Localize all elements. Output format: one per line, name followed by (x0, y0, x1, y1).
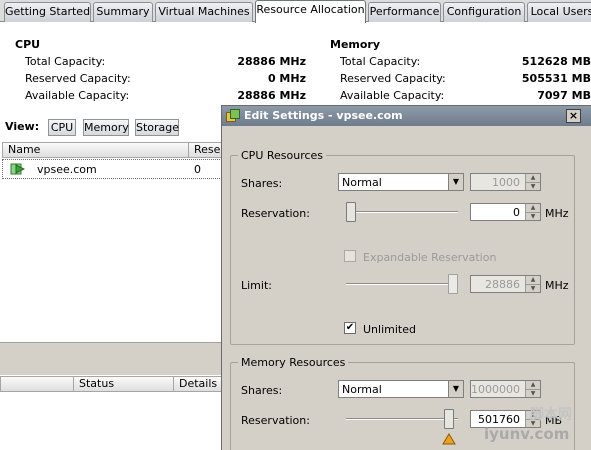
cpu-limit-value: 28886 (485, 278, 520, 291)
view-label: View: (5, 120, 40, 133)
vm-name-cell: vpsee.com (37, 163, 97, 176)
cpu-limit-field[interactable]: 28886 ▲ ▼ (470, 275, 541, 293)
vm-reservation-cell: 0 (194, 163, 201, 176)
column-header-details[interactable]: Details (173, 376, 222, 392)
memory-reservation-label: Reservation: (241, 414, 310, 427)
expandable-reservation-checkbox[interactable] (344, 250, 356, 262)
memory-reservation-slider-track[interactable] (346, 418, 458, 420)
cpu-total-value: 28886 MHz (237, 55, 306, 68)
spin-up-icon[interactable]: ▲ (525, 381, 540, 389)
memory-available-label: Available Capacity: (340, 89, 445, 102)
edit-settings-dialog: Edit Settings - vpsee.com × CPU Resource… (221, 105, 591, 450)
tab-summary[interactable]: Summary (93, 2, 153, 22)
column-header-status[interactable]: Status (73, 376, 174, 392)
panel-divider[interactable] (0, 342, 222, 375)
watermark-cn: 脚本网 (530, 407, 572, 423)
column-header-name[interactable]: Name (2, 142, 189, 158)
memory-shares-number: 1000000 (471, 383, 520, 396)
memory-total-label: Total Capacity: (340, 55, 421, 68)
chevron-down-icon[interactable]: ▼ (448, 381, 463, 397)
memory-reservation-slider-thumb[interactable] (444, 409, 454, 429)
tab-bar: Getting Started Summary Virtual Machines… (0, 0, 591, 23)
spin-up-icon[interactable]: ▲ (525, 174, 540, 182)
memory-reserved-value: 505531 MB (521, 72, 591, 85)
column-header-reservation[interactable]: Reser (188, 142, 224, 158)
cpu-reservation-slider-track[interactable] (346, 211, 458, 213)
cpu-limit-label: Limit: (241, 279, 272, 292)
memory-shares-label: Shares: (241, 384, 283, 397)
tab-virtual-machines[interactable]: Virtual Machines (155, 2, 253, 22)
cpu-reservation-value: 0 (513, 206, 520, 219)
view-storage-button[interactable]: Storage (135, 119, 179, 136)
view-cpu-button[interactable]: CPU (48, 119, 76, 136)
cpu-reserved-value: 0 MHz (267, 72, 306, 85)
table-row[interactable] (2, 159, 222, 179)
chevron-down-icon[interactable]: ▼ (448, 174, 463, 190)
cpu-shares-number-field[interactable]: 1000 ▲ ▼ (470, 173, 541, 191)
cpu-shares-label: Shares: (241, 177, 283, 190)
close-icon[interactable]: × (566, 109, 581, 123)
cpu-reserved-label: Reserved Capacity: (25, 72, 131, 85)
cpu-limit-slider-track[interactable] (346, 283, 458, 285)
spin-up-icon[interactable]: ▲ (525, 276, 540, 284)
cpu-shares-number: 1000 (492, 176, 520, 189)
warning-icon (442, 433, 456, 445)
memory-reserved-label: Reserved Capacity: (340, 72, 446, 85)
cpu-reservation-slider-thumb[interactable] (346, 202, 356, 222)
memory-available-value: 7097 MB (537, 89, 591, 102)
cpu-reservation-field[interactable]: 0 ▲ ▼ (470, 203, 541, 221)
cpu-available-value: 28886 MHz (237, 89, 306, 102)
edit-settings-icon (226, 109, 240, 123)
unlimited-label: Unlimited (363, 323, 416, 336)
spin-down-icon[interactable]: ▼ (525, 182, 540, 190)
cpu-reservation-unit: MHz (545, 207, 569, 220)
tab-resource-allocation[interactable]: Resource Allocation (255, 0, 366, 23)
memory-shares-number-field[interactable]: 1000000 ▲ ▼ (470, 380, 541, 398)
column-header-blank[interactable] (0, 376, 74, 392)
spin-down-icon[interactable]: ▼ (525, 389, 540, 397)
cpu-resources-title: CPU Resources (238, 149, 327, 162)
virtual-machine-icon (10, 162, 26, 176)
tab-performance[interactable]: Performance (368, 2, 441, 22)
expandable-reservation-label: Expandable Reservation (363, 251, 497, 264)
tab-configuration[interactable]: Configuration (443, 2, 525, 22)
spin-down-icon[interactable]: ▼ (525, 212, 540, 220)
cpu-available-label: Available Capacity: (25, 89, 130, 102)
spin-down-icon[interactable]: ▼ (525, 284, 540, 292)
spin-up-icon[interactable]: ▲ (525, 204, 540, 212)
cpu-header: CPU (15, 38, 41, 51)
tab-local-users[interactable]: Local Users (527, 2, 591, 22)
cpu-shares-dropdown[interactable]: Normal ▼ (338, 173, 464, 191)
cpu-limit-slider-thumb[interactable] (448, 274, 458, 294)
dialog-title: Edit Settings - vpsee.com (244, 109, 403, 122)
unlimited-checkbox[interactable]: ✔ (344, 322, 356, 334)
tab-getting-started[interactable]: Getting Started (4, 2, 91, 22)
memory-resources-title: Memory Resources (238, 356, 349, 369)
watermark-site: iyunv.com (484, 425, 570, 443)
memory-header: Memory (330, 38, 381, 51)
cpu-reservation-label: Reservation: (241, 207, 310, 220)
memory-shares-value: Normal (342, 383, 382, 396)
dialog-title-bar[interactable]: Edit Settings - vpsee.com × (222, 106, 591, 126)
cpu-total-label: Total Capacity: (25, 55, 106, 68)
cpu-shares-value: Normal (342, 176, 382, 189)
memory-shares-dropdown[interactable]: Normal ▼ (338, 380, 464, 398)
cpu-limit-unit: MHz (545, 279, 569, 292)
view-memory-button[interactable]: Memory (83, 119, 129, 136)
memory-total-value: 512628 MB (521, 55, 591, 68)
